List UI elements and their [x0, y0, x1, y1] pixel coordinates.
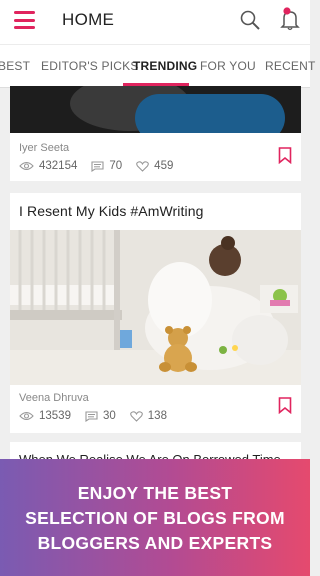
- view-count: 13539: [39, 410, 71, 422]
- promo-line-3: BLOGGERS AND EXPERTS: [37, 533, 273, 553]
- tab-for-you[interactable]: FOR YOU: [200, 45, 256, 87]
- app-header: HOME: [0, 0, 310, 44]
- notification-bell-icon[interactable]: [278, 6, 302, 32]
- like-count: 138: [147, 410, 167, 422]
- comment-count: 30: [102, 410, 116, 422]
- post-stats: 432154 70 459: [19, 160, 187, 172]
- heart-icon: [136, 160, 150, 172]
- post-stats: 13539 30 138: [19, 410, 181, 422]
- post-image: [10, 230, 301, 385]
- post-image-illustration: [10, 230, 301, 385]
- eye-icon: [19, 161, 34, 171]
- page-title: HOME: [62, 10, 115, 29]
- post-author[interactable]: Veena Dhruva: [19, 392, 89, 404]
- bookmark-icon[interactable]: [278, 397, 292, 414]
- like-count: 459: [154, 160, 174, 172]
- search-icon[interactable]: [238, 8, 262, 32]
- tab-trending[interactable]: TRENDING: [133, 45, 197, 87]
- comment-icon: [91, 160, 104, 172]
- post-title[interactable]: I Resent My Kids #AmWriting: [19, 203, 204, 219]
- promo-line-2: SELECTION OF BLOGS FROM: [25, 508, 285, 528]
- menu-icon[interactable]: [14, 11, 35, 29]
- post-image: [10, 86, 301, 133]
- post-card[interactable]: Iyer Seeta 432154 70 459: [10, 86, 301, 181]
- post-card[interactable]: I Resent My Kids #AmWriting Veena Dhruva…: [10, 193, 301, 433]
- bookmark-icon[interactable]: [278, 147, 292, 164]
- tab-editors-picks[interactable]: EDITOR'S PICKS: [41, 45, 139, 87]
- tab-recent[interactable]: RECENT: [265, 45, 316, 87]
- comment-icon: [85, 410, 98, 422]
- eye-icon: [19, 411, 34, 421]
- promo-line-1: ENJOY THE BEST: [77, 483, 233, 503]
- view-count: 432154: [39, 160, 78, 172]
- category-tabs: BEST EDITOR'S PICKS TRENDING FOR YOU REC…: [0, 44, 315, 88]
- comment-count: 70: [109, 160, 123, 172]
- heart-icon: [129, 410, 143, 422]
- post-author[interactable]: Iyer Seeta: [19, 142, 69, 154]
- promo-banner: ENJOY THE BEST SELECTION OF BLOGS FROM B…: [0, 459, 310, 576]
- tab-best[interactable]: BEST: [0, 45, 30, 87]
